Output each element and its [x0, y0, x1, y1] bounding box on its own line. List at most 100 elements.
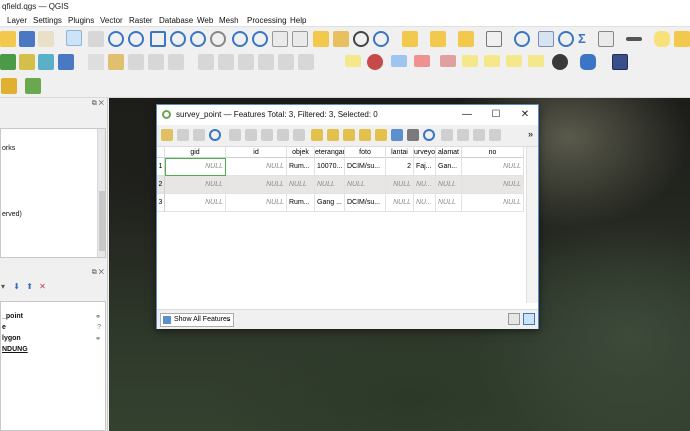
layer-item[interactable]: lygon: [2, 335, 21, 342]
browser-item[interactable]: orks: [2, 145, 15, 152]
zoom-full-icon[interactable]: [150, 31, 166, 47]
table-cell[interactable]: NU...: [414, 194, 436, 212]
plugin-tools-icon[interactable]: [25, 78, 41, 94]
table-cell[interactable]: NULL: [165, 194, 226, 212]
save-edits-icon[interactable]: [128, 54, 144, 70]
show-bookmarks-icon[interactable]: [333, 31, 349, 47]
column-header[interactable]: foto: [345, 147, 386, 158]
table-cell[interactable]: NULL: [462, 176, 524, 194]
new-print-layout-icon[interactable]: [38, 31, 54, 47]
text-annotation-icon[interactable]: [674, 31, 690, 47]
menu-database[interactable]: Database: [159, 16, 193, 25]
undo-icon[interactable]: [278, 54, 294, 70]
table-cell[interactable]: Rum...: [287, 194, 315, 212]
toolbox-gear-icon[interactable]: [558, 31, 574, 47]
pan-map-icon[interactable]: [66, 30, 82, 46]
save-edits-icon[interactable]: [193, 129, 205, 141]
refresh-icon[interactable]: [373, 31, 389, 47]
dock-float-close-icon[interactable]: ⧉ ✕: [92, 100, 104, 108]
table-cell[interactable]: DCIM/su...: [345, 158, 386, 176]
cut-features-icon[interactable]: [218, 54, 234, 70]
zoom-out-icon[interactable]: [128, 31, 144, 47]
column-header[interactable]: gid: [165, 147, 226, 158]
add-vector-icon[interactable]: [19, 54, 35, 70]
sum-statistics-icon[interactable]: Σ: [578, 31, 594, 47]
table-cell[interactable]: 10070...: [315, 158, 345, 176]
diagram-tool-icon[interactable]: [367, 54, 383, 70]
vertex-tool-icon[interactable]: [168, 54, 184, 70]
column-header[interactable]: alamat: [436, 147, 462, 158]
menu-layer[interactable]: Layer: [7, 16, 27, 25]
pin-labels-icon[interactable]: [414, 55, 430, 67]
open-attribute-table-icon[interactable]: [538, 31, 554, 47]
table-cell[interactable]: Faj...: [414, 158, 436, 176]
table-cell[interactable]: NULL: [165, 176, 226, 194]
open-project-icon[interactable]: [0, 31, 16, 47]
show-hide-labels-icon[interactable]: [440, 55, 456, 67]
table-cell[interactable]: NULL: [226, 194, 287, 212]
table-cell[interactable]: Gang ...: [315, 194, 345, 212]
pan-to-selected-icon[interactable]: [407, 129, 419, 141]
more-tools-icon[interactable]: »: [528, 129, 533, 139]
reload-icon[interactable]: [209, 129, 221, 141]
identify-icon[interactable]: [514, 31, 530, 47]
organize-columns-icon[interactable]: [473, 129, 485, 141]
menu-processing[interactable]: Processing: [247, 16, 287, 25]
menu-settings[interactable]: Settings: [33, 16, 62, 25]
table-cell[interactable]: NULL: [315, 176, 345, 194]
table-cell[interactable]: Gan...: [436, 158, 462, 176]
form-view-icon[interactable]: [508, 313, 520, 325]
layer-item[interactable]: _point: [2, 313, 23, 320]
filter-legend-icon[interactable]: ▾: [1, 282, 5, 291]
row-number[interactable]: 2: [157, 176, 165, 194]
toggle-editing-icon[interactable]: [108, 54, 124, 70]
copy-features-icon[interactable]: [238, 54, 254, 70]
pan-to-selection-icon[interactable]: [88, 31, 104, 47]
rotate-label-icon[interactable]: [484, 55, 500, 67]
select-all-icon[interactable]: [327, 129, 339, 141]
corner-header[interactable]: [157, 147, 165, 158]
menu-mesh[interactable]: Mesh: [219, 16, 239, 25]
select-expression-icon[interactable]: [311, 129, 323, 141]
table-cell[interactable]: NULL: [226, 176, 287, 194]
layer-up-icon[interactable]: ⬆: [26, 282, 33, 291]
table-cell[interactable]: NULL: [386, 194, 414, 212]
layers-dock-float-close-icon[interactable]: ⧉ ✕: [92, 269, 104, 277]
menu-help[interactable]: Help: [290, 16, 306, 25]
delete-selected-icon[interactable]: [198, 54, 214, 70]
table-cell[interactable]: NULL: [287, 176, 315, 194]
move-label-icon[interactable]: [462, 55, 478, 67]
zoom-native-icon[interactable]: [210, 31, 226, 47]
add-spatialite-icon[interactable]: [58, 54, 74, 70]
browser-scroll-thumb[interactable]: [99, 191, 105, 251]
table-cell[interactable]: NULL: [345, 176, 386, 194]
zoom-selection-icon[interactable]: [170, 31, 186, 47]
invert-selection-icon[interactable]: [343, 129, 355, 141]
table-cell[interactable]: NULL: [386, 176, 414, 194]
measure-icon[interactable]: [598, 31, 614, 47]
paste-icon[interactable]: [293, 129, 305, 141]
multi-edit-icon[interactable]: [177, 129, 189, 141]
python-console-icon[interactable]: [580, 54, 596, 70]
paste-features-icon[interactable]: [258, 54, 274, 70]
browser-item[interactable]: erved): [2, 211, 22, 218]
close-icon[interactable]: ✕: [511, 107, 539, 123]
dialog-titlebar[interactable]: survey_point — Features Total: 3, Filter…: [157, 105, 538, 125]
cut-icon[interactable]: [261, 129, 273, 141]
browser-scrollbar[interactable]: [97, 129, 105, 257]
remove-layer-icon[interactable]: ✕: [39, 282, 46, 291]
column-header[interactable]: urveyo: [414, 147, 436, 158]
table-cell[interactable]: NULL: [226, 158, 287, 176]
redo-icon[interactable]: [298, 54, 314, 70]
table-cell[interactable]: NULL: [436, 176, 462, 194]
table-cell[interactable]: Rum...: [287, 158, 315, 176]
add-raster-icon[interactable]: [0, 54, 16, 70]
qfield-sync-icon[interactable]: [552, 54, 568, 70]
select-features-icon[interactable]: [402, 31, 418, 47]
table-view-icon[interactable]: [523, 313, 535, 325]
move-selection-top-icon[interactable]: [391, 129, 403, 141]
show-all-features-dropdown[interactable]: Show All Features ⌄: [160, 313, 234, 327]
menu-raster[interactable]: Raster: [129, 16, 153, 25]
maximize-icon[interactable]: ☐: [482, 107, 510, 123]
new-map-view-icon[interactable]: [272, 31, 288, 47]
